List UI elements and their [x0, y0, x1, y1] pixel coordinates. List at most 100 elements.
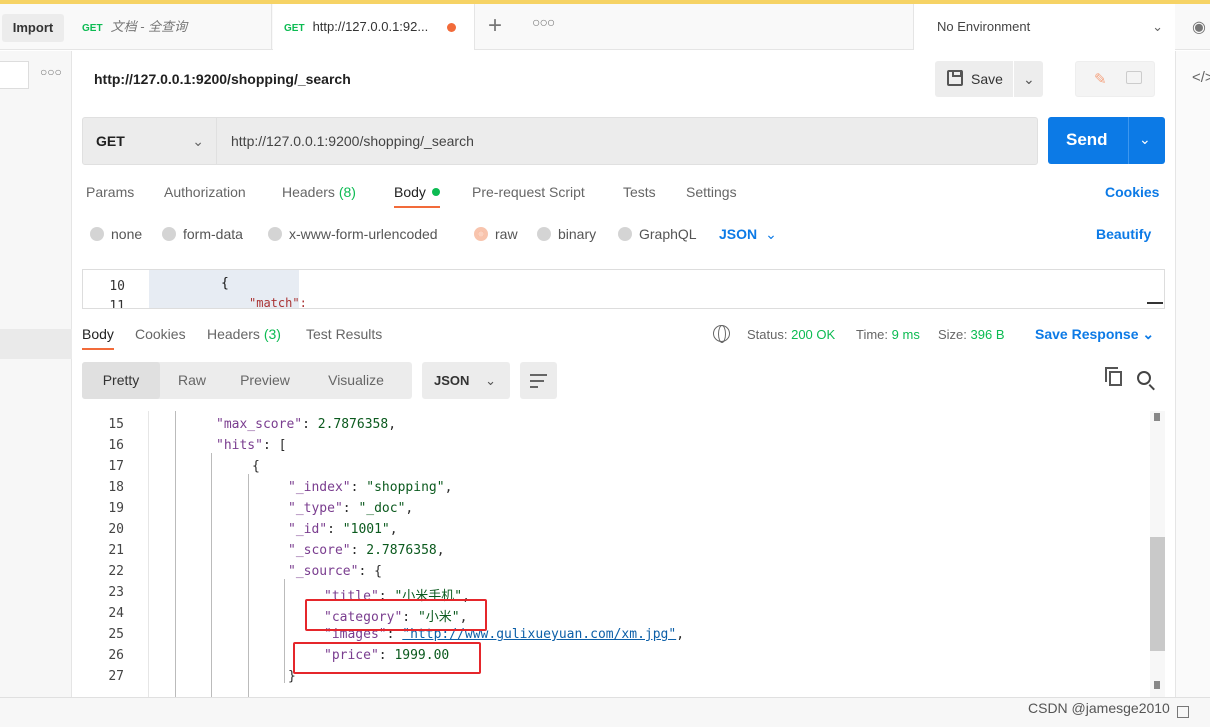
chevron-down-icon[interactable]: ⌄ [1139, 131, 1151, 148]
json-punct: : [350, 480, 367, 495]
sidebar-filter-input[interactable] [0, 61, 29, 89]
highlight-box-price [293, 642, 481, 674]
tab-bar: Import GET 文档 - 全查询 GET http://127.0.0.1:9… [0, 4, 1210, 50]
size-info[interactable]: Size: 396 B [938, 327, 1005, 342]
radio-icon [537, 227, 551, 241]
save-button[interactable]: Save ⌄ [935, 61, 1043, 97]
environment-select[interactable]: No Environment ⌄ [913, 4, 1175, 50]
json-punct: : [327, 522, 343, 537]
size-value: 396 B [970, 327, 1005, 342]
tab-request-2[interactable]: GET http://127.0.0.1:92... [273, 4, 475, 50]
send-button[interactable]: Send ⌄ [1048, 117, 1165, 164]
tab-title: 文档 - 全查询 [110, 19, 188, 34]
search-icon[interactable] [1137, 371, 1151, 385]
sidebar-selected-item[interactable] [0, 329, 72, 359]
radio-icon [618, 227, 632, 241]
json-punct: , [405, 501, 414, 516]
scroll-down-arrow[interactable] [1154, 681, 1160, 689]
chevron-down-icon[interactable]: ⌄ [1023, 71, 1035, 88]
resize-handle[interactable] [1147, 302, 1163, 304]
code-line: "_type": "_doc", [288, 501, 413, 516]
headers-count: (3) [263, 326, 281, 342]
view-visualize[interactable]: Visualize [306, 362, 406, 399]
tab-params[interactable]: Params [86, 184, 134, 200]
tab-title: http://127.0.0.1:92... [312, 19, 429, 34]
json-key: "_index" [288, 480, 351, 495]
json-punct: , [389, 522, 398, 537]
tab-body[interactable]: Body [394, 184, 440, 208]
cookies-link[interactable]: Cookies [1105, 184, 1159, 200]
time-info[interactable]: Time: 9 ms [856, 327, 920, 342]
response-body-viewer[interactable]: 15 16 17 18 19 20 21 22 23 24 25 26 27 "max_score": … [73, 411, 1165, 697]
tab-settings[interactable]: Settings [686, 184, 737, 200]
eye-icon[interactable]: ◉ [1192, 17, 1206, 37]
radio-none[interactable]: none [90, 226, 142, 242]
code-line: "_score": 2.7876358, [288, 543, 445, 558]
save-response-button[interactable]: Save Response ⌄ [1035, 326, 1154, 343]
chevron-down-icon: ⌄ [192, 133, 204, 149]
view-pretty[interactable]: Pretty [82, 362, 160, 399]
comment-icon[interactable] [1126, 71, 1142, 84]
status-info[interactable]: Status: 200 OK [747, 327, 835, 342]
radio-icon [474, 227, 488, 241]
line-number: 19 [108, 501, 124, 516]
method-select[interactable]: GET ⌄ [83, 118, 217, 164]
code-line: "_source": { [288, 564, 382, 579]
tab-test-results[interactable]: Test Results [306, 326, 382, 342]
tab-headers[interactable]: Headers (8) [282, 184, 356, 200]
tab-request-1[interactable]: GET 文档 - 全查询 [72, 4, 272, 50]
line-number: 10 [109, 279, 125, 294]
radio-raw[interactable]: raw [474, 226, 518, 242]
response-format-select[interactable]: JSON ⌄ [422, 362, 510, 399]
radio-x-www-form-urlencoded[interactable]: x-www-form-urlencoded [268, 226, 438, 242]
tab-response-headers[interactable]: Headers (3) [207, 326, 281, 342]
chevron-down-icon: ⌄ [1142, 326, 1155, 342]
beautify-link[interactable]: Beautify [1096, 226, 1151, 242]
tab-response-cookies[interactable]: Cookies [135, 326, 186, 342]
wrap-lines-button[interactable] [520, 362, 557, 399]
pencil-icon[interactable]: ✎ [1094, 70, 1107, 88]
url-input[interactable]: http://127.0.0.1:9200/shopping/_search [218, 118, 474, 164]
code-snippet-icon[interactable]: </> [1192, 69, 1210, 86]
json-punct: : [342, 501, 359, 516]
json-key: "_score" [288, 543, 351, 558]
radio-label: none [111, 226, 143, 242]
json-value: "shopping" [366, 480, 445, 495]
time-value: 9 ms [891, 327, 920, 342]
radio-binary[interactable]: binary [537, 226, 596, 242]
globe-icon[interactable] [713, 325, 730, 343]
request-bar: GET ⌄ http://127.0.0.1:9200/shopping/_se… [82, 117, 1038, 165]
code-text: "match": { [249, 296, 307, 309]
new-tab-plus-icon[interactable]: + [488, 12, 502, 40]
tab-pre-request-script[interactable]: Pre-request Script [472, 184, 585, 200]
tab-authorization[interactable]: Authorization [164, 184, 246, 200]
view-raw[interactable]: Raw [160, 362, 224, 399]
scroll-up-arrow[interactable] [1154, 413, 1160, 421]
tab-label: Headers [207, 326, 260, 342]
view-preview[interactable]: Preview [224, 362, 306, 399]
radio-icon [268, 227, 282, 241]
tab-response-body[interactable]: Body [82, 326, 114, 350]
radio-form-data[interactable]: form-data [162, 226, 243, 242]
copy-icon[interactable] [1105, 367, 1122, 386]
watermark: CSDN @jamesge2010 [1028, 700, 1170, 716]
tab-method: GET [284, 23, 305, 34]
status-label: Status: [747, 327, 788, 342]
json-key: "_source" [288, 564, 359, 579]
tab-method: GET [82, 23, 103, 34]
request-title[interactable]: http://127.0.0.1:9200/shopping/_search [94, 71, 351, 87]
request-body-editor[interactable]: 10 11 { "match": { [82, 269, 1165, 309]
import-button[interactable]: Import [2, 14, 64, 42]
radio-graphql[interactable]: GraphQL [618, 226, 697, 242]
tab-tests[interactable]: Tests [623, 184, 656, 200]
more-tabs-icon[interactable]: ○○○ [532, 14, 555, 30]
json-punct: , [388, 417, 397, 432]
save-icon [947, 70, 963, 86]
layout-grid-icon[interactable] [1177, 706, 1189, 718]
scrollbar-thumb[interactable] [1150, 537, 1165, 651]
sidebar: ○○○ [0, 51, 72, 697]
time-label: Time: [856, 327, 889, 342]
tab-headers-label: Headers [282, 184, 335, 200]
sidebar-more-icon[interactable]: ○○○ [40, 65, 62, 79]
language-select[interactable]: JSON ⌄ [719, 226, 777, 243]
